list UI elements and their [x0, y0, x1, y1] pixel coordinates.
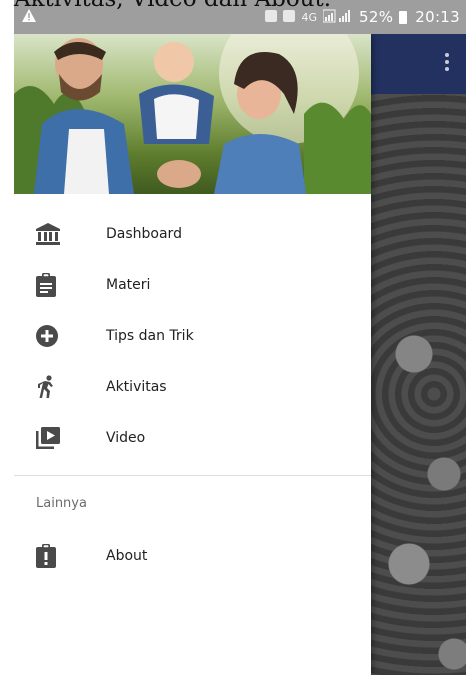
- more-vert-icon[interactable]: [444, 52, 450, 75]
- menu-label-video: Video: [106, 429, 146, 446]
- menu-label-dashboard: Dashboard: [106, 225, 182, 242]
- page-caption: Aktivitas, Video dan About.: [14, 0, 331, 12]
- drawer-menu: Dashboard Materi Tips dan Trik Aktivitas…: [14, 194, 371, 581]
- battery-icon: [399, 10, 408, 24]
- navigation-drawer: Dashboard Materi Tips dan Trik Aktivitas…: [14, 34, 371, 675]
- menu-item-video[interactable]: Video: [14, 412, 371, 463]
- menu-item-dashboard[interactable]: Dashboard: [14, 208, 371, 259]
- menu-item-materi[interactable]: Materi: [14, 259, 371, 310]
- drawer-header-image: [14, 34, 371, 194]
- menu-label-aktivitas: Aktivitas: [106, 378, 167, 395]
- menu-label-materi: Materi: [106, 276, 151, 293]
- clock: 20:13: [415, 8, 460, 26]
- menu-item-aktivitas[interactable]: Aktivitas: [14, 361, 371, 412]
- menu-item-about[interactable]: About: [14, 530, 371, 581]
- add-circle-icon: [36, 324, 58, 347]
- menu-label-tips-dan-trik: Tips dan Trik: [106, 327, 194, 344]
- family-photo: [14, 34, 371, 194]
- info-clipboard-icon: [36, 543, 56, 568]
- running-icon: [38, 374, 53, 398]
- menu-label-about: About: [106, 547, 148, 564]
- section-label-lainnya: Lainnya: [36, 495, 87, 511]
- phone-screen: 4G 52% 20:13 Dashboard Materi Tips dan T…: [14, 0, 466, 675]
- clipboard-icon: [36, 272, 56, 297]
- video-library-icon: [36, 426, 60, 449]
- network-type: 4G: [301, 10, 318, 24]
- battery-level: 52%: [359, 8, 394, 26]
- menu-item-tips-dan-trik[interactable]: Tips dan Trik: [14, 310, 371, 361]
- bank-icon: [36, 222, 60, 245]
